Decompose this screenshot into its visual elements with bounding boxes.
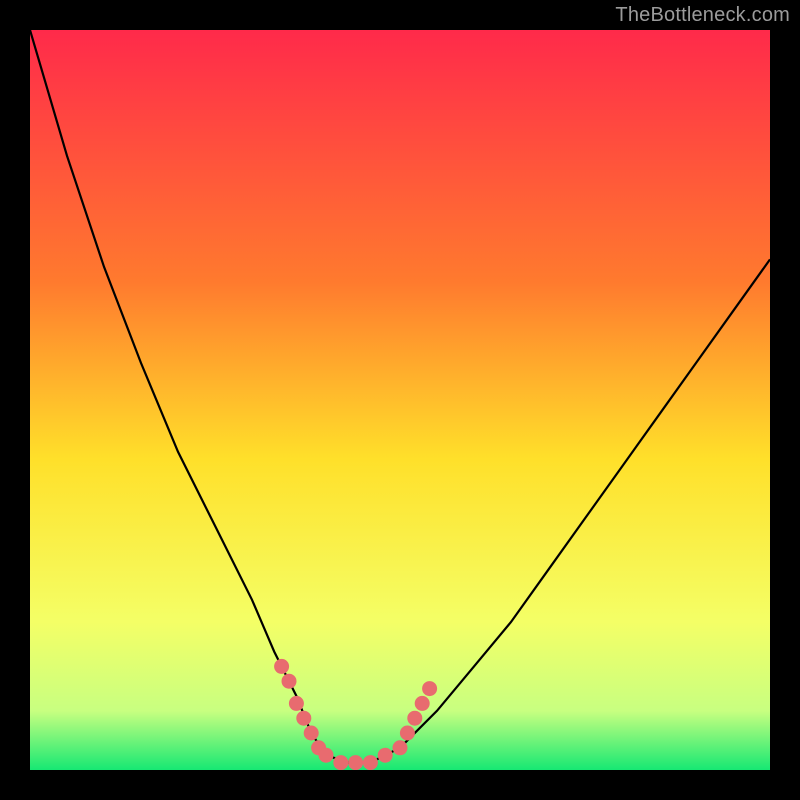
series-marker <box>415 696 430 711</box>
series-marker <box>348 755 363 770</box>
watermark-text: TheBottleneck.com <box>615 4 790 27</box>
series-marker <box>304 726 319 741</box>
plot-area <box>30 30 770 770</box>
gradient-bg <box>30 30 770 770</box>
series-marker <box>333 755 348 770</box>
series-marker <box>296 711 311 726</box>
series-marker <box>400 726 415 741</box>
chart-frame: TheBottleneck.com <box>0 0 800 800</box>
series-marker <box>363 755 378 770</box>
series-marker <box>282 674 297 689</box>
series-marker <box>422 681 437 696</box>
series-marker <box>289 696 304 711</box>
series-marker <box>319 748 334 763</box>
series-marker <box>393 740 408 755</box>
chart-svg <box>30 30 770 770</box>
series-marker <box>378 748 393 763</box>
series-marker <box>274 659 289 674</box>
series-marker <box>407 711 422 726</box>
